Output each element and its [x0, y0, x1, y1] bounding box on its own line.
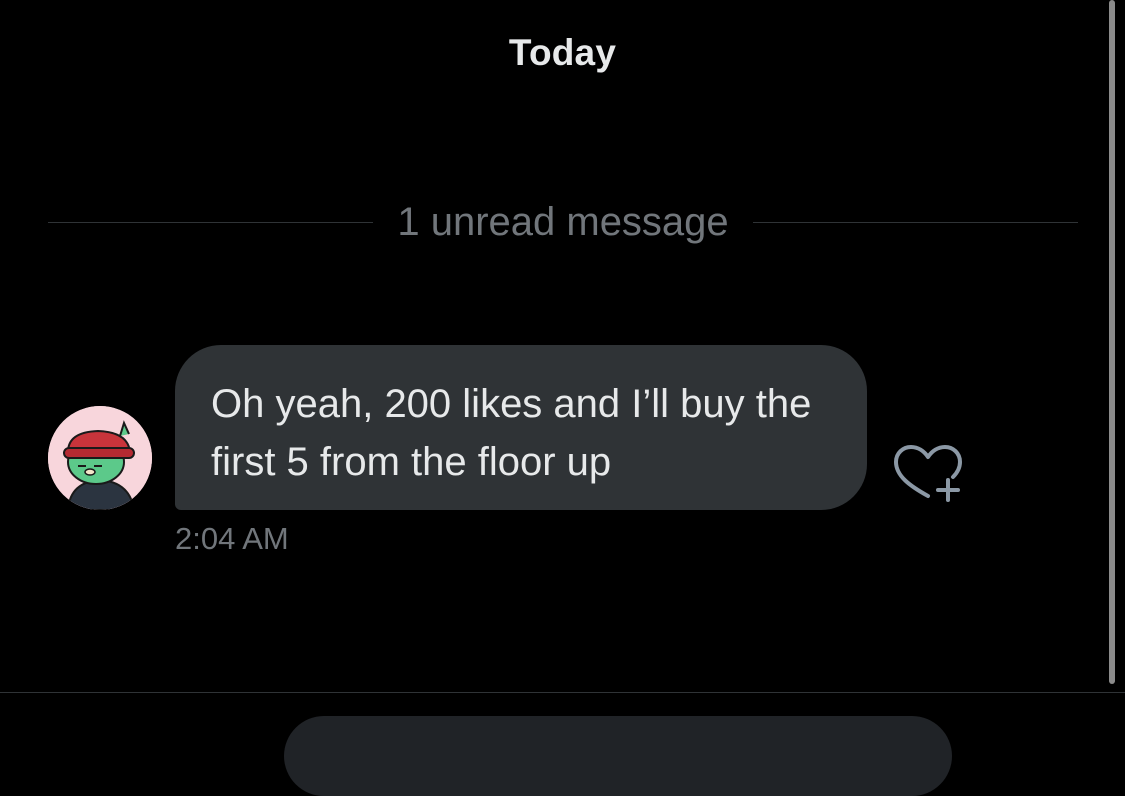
message-bubble[interactable]: Oh yeah, 200 likes and I’ll buy the firs… [175, 345, 867, 510]
divider-line-left [48, 221, 374, 223]
unread-count-label: 1 unread message [397, 199, 729, 244]
date-header: Today [508, 32, 617, 73]
message-input[interactable] [284, 716, 952, 796]
heart-plus-icon [894, 445, 962, 502]
add-reaction-button[interactable] [890, 444, 966, 504]
sender-avatar[interactable] [48, 406, 152, 510]
message-timestamp: 2:04 AM [175, 521, 289, 556]
scrollbar[interactable] [1107, 0, 1125, 690]
cartoon-character-avatar-icon [48, 406, 152, 510]
divider-line-right [752, 221, 1079, 223]
scrollbar-thumb[interactable] [1109, 0, 1115, 684]
composer-divider [0, 692, 1125, 693]
unread-divider: 1 unread message [48, 196, 1079, 248]
